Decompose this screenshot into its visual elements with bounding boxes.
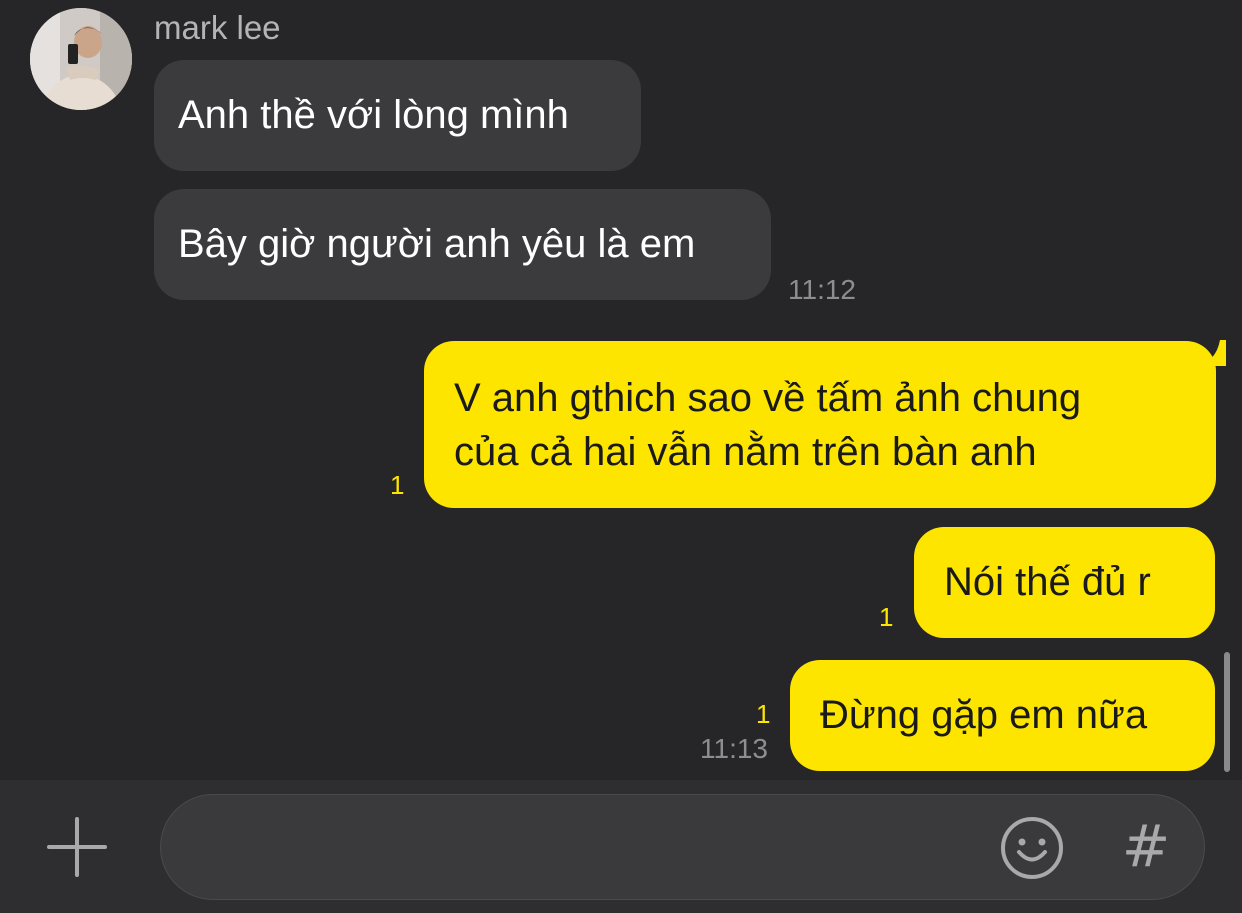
unread-count: 1 xyxy=(879,602,894,632)
message-timestamp: 11:13 xyxy=(700,733,768,764)
avatar[interactable] xyxy=(30,8,132,110)
scrollbar[interactable] xyxy=(1224,652,1230,772)
plus-icon[interactable] xyxy=(45,815,109,879)
message-text: Nói thế đủ r xyxy=(944,560,1151,604)
emoji-smiley-icon[interactable] xyxy=(999,815,1065,881)
message-text: Bây giờ người anh yêu là em xyxy=(178,222,696,266)
message-timestamp: 11:12 xyxy=(788,274,856,305)
message-text-line: V anh gthich sao về tấm ảnh chung xyxy=(454,376,1082,420)
message-input-container[interactable]: # xyxy=(160,794,1205,901)
outgoing-message-bubble[interactable]: Nói thế đủ r xyxy=(914,527,1215,638)
unread-count: 1 xyxy=(390,470,405,500)
chat-area[interactable]: mark lee Anh thề với lòng mình Bây giờ n… xyxy=(0,0,1242,780)
incoming-message-bubble[interactable]: Anh thề với lòng mình xyxy=(154,60,641,171)
message-text: Đừng gặp em nữa xyxy=(820,693,1148,737)
outgoing-message-bubble[interactable]: V anh gthich sao về tấm ảnh chung của cả… xyxy=(424,341,1216,508)
outgoing-message-bubble[interactable]: Đừng gặp em nữa xyxy=(790,660,1215,771)
message-text: Anh thề với lòng mình xyxy=(178,93,569,137)
message-composer: # xyxy=(0,780,1242,913)
incoming-message-bubble[interactable]: Bây giờ người anh yêu là em xyxy=(154,189,771,300)
avatar-photo xyxy=(30,8,132,110)
message-text-line: của cả hai vẫn nằm trên bàn anh xyxy=(454,430,1037,474)
message-input[interactable] xyxy=(191,795,995,901)
sender-name: mark lee xyxy=(154,9,281,46)
unread-count: 1 xyxy=(756,699,771,729)
hashtag-button[interactable]: # xyxy=(1111,811,1181,881)
